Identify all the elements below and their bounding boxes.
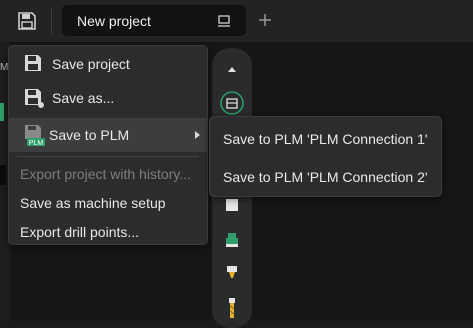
tab-title: New project: [77, 13, 151, 29]
menu-item-export-drill-points[interactable]: Export drill points...: [9, 217, 207, 247]
menu-item-save-to-plm[interactable]: PLM Save to PLM: [9, 118, 207, 152]
menu-item-save-project[interactable]: Save project: [9, 49, 207, 79]
menu-item-save-machine-setup[interactable]: Save as machine setup: [9, 188, 207, 218]
menu-item-label: Save to PLM: [49, 127, 130, 143]
tool-holder-icon[interactable]: [220, 228, 244, 252]
menu-item-save-as[interactable]: Save as...: [9, 83, 207, 113]
plus-icon[interactable]: [254, 9, 276, 31]
menu-item-export-history: Export project with history...: [9, 159, 207, 189]
project-tab[interactable]: New project: [62, 5, 246, 36]
chevron-right-icon: [195, 131, 200, 139]
submenu-item-plm-connection-2[interactable]: Save to PLM 'PLM Connection 2': [210, 159, 441, 193]
plm-submenu: Save to PLM 'PLM Connection 1' Save to P…: [209, 116, 442, 197]
chevron-up-icon[interactable]: [220, 57, 244, 81]
left-panel-row: [0, 165, 6, 185]
save-menu: Save project Save as... PLM Save to PLM …: [8, 45, 208, 245]
menu-item-label: Export project with history...: [20, 166, 191, 182]
monitor-icon[interactable]: [217, 14, 231, 33]
drill-bit-icon[interactable]: [220, 261, 244, 285]
save-icon: [23, 53, 45, 75]
svg-text:PLM: PLM: [29, 140, 44, 147]
menu-item-label: Save as machine setup: [20, 195, 166, 211]
left-panel-accent: [0, 103, 4, 121]
submenu-item-label: Save to PLM 'PLM Connection 1': [223, 131, 428, 147]
save-as-icon: [23, 87, 45, 109]
top-bar: New project: [0, 0, 473, 42]
submenu-item-plm-connection-1[interactable]: Save to PLM 'PLM Connection 1': [210, 121, 441, 155]
menu-item-label: Save project: [52, 56, 130, 72]
menu-item-label: Save as...: [52, 90, 115, 106]
menu-item-label: Export drill points...: [20, 224, 140, 240]
save-icon[interactable]: [15, 9, 39, 33]
menu-divider: [17, 156, 199, 157]
divider: [51, 8, 52, 34]
end-mill-icon[interactable]: [220, 296, 244, 320]
submenu-item-label: Save to PLM 'PLM Connection 2': [223, 169, 428, 185]
plm-save-icon: PLM: [23, 123, 45, 147]
machine-icon[interactable]: [220, 91, 244, 115]
